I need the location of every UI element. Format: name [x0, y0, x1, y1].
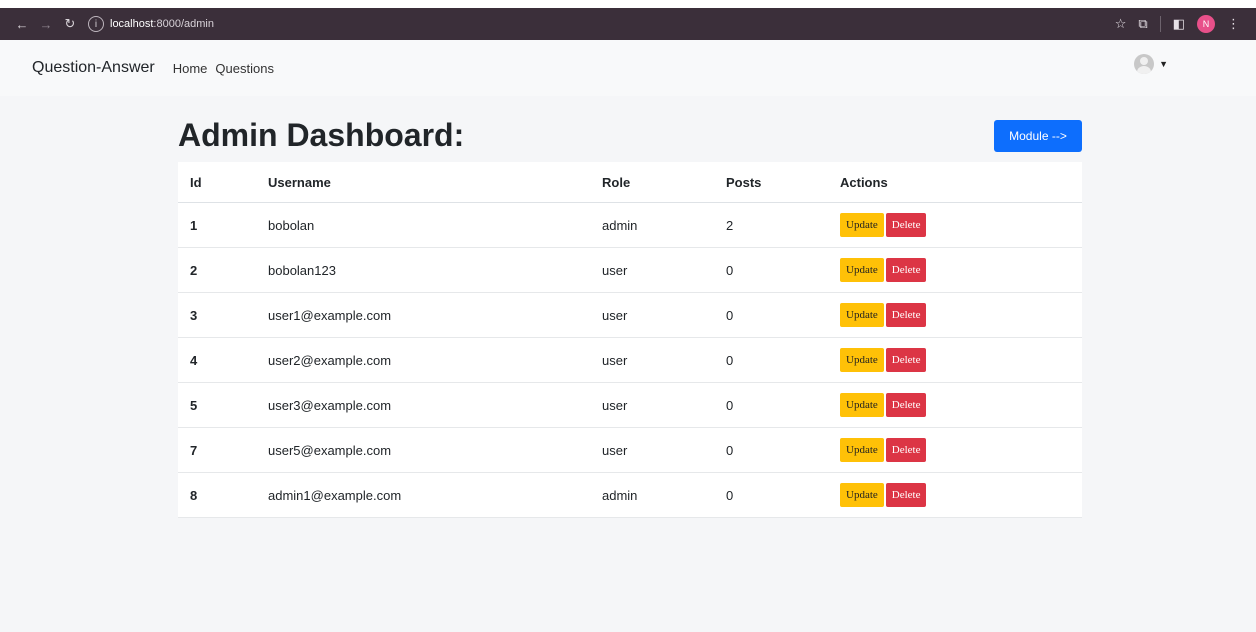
table-header-row: Id Username Role Posts Actions — [178, 162, 1082, 203]
cell-posts: 0 — [714, 247, 828, 293]
cell-posts: 0 — [714, 337, 828, 383]
header-posts: Posts — [714, 162, 828, 203]
user-menu-dropdown[interactable]: ▼ — [1134, 54, 1168, 74]
cell-id: 1 — [178, 202, 256, 248]
cell-id: 4 — [178, 337, 256, 383]
address-bar[interactable]: i localhost:8000/admin — [88, 13, 1115, 35]
table-row: 7 user5@example.com user 0 Update Delete — [178, 427, 1082, 473]
delete-button[interactable]: Delete — [885, 483, 927, 507]
cell-role: user — [590, 337, 714, 383]
cell-role: user — [590, 427, 714, 473]
header-username: Username — [256, 162, 590, 203]
table-row: 3 user1@example.com user 0 Update Delete — [178, 292, 1082, 338]
header-actions: Actions — [828, 162, 1082, 203]
cell-posts: 2 — [714, 202, 828, 248]
url-path: :8000/admin — [153, 18, 214, 30]
nav-home-link[interactable]: Home — [173, 61, 208, 76]
update-button[interactable]: Update — [840, 483, 884, 507]
forward-arrow-icon[interactable]: → — [34, 17, 58, 32]
brand-link[interactable]: Question-Answer — [32, 59, 155, 77]
cell-role: user — [590, 247, 714, 293]
caret-down-icon: ▼ — [1159, 59, 1168, 69]
cell-username: user5@example.com — [256, 427, 590, 473]
delete-button[interactable]: Delete — [885, 303, 927, 327]
cell-posts: 0 — [714, 427, 828, 473]
update-button[interactable]: Update — [840, 348, 884, 372]
cell-posts: 0 — [714, 382, 828, 428]
table-row: 4 user2@example.com user 0 Update Delete — [178, 337, 1082, 383]
page-title: Admin Dashboard: — [178, 117, 465, 153]
cell-username: user1@example.com — [256, 292, 590, 338]
delete-button[interactable]: Delete — [885, 348, 927, 372]
cell-role: admin — [590, 472, 714, 518]
delete-button[interactable]: Delete — [885, 213, 927, 237]
cell-actions: Update Delete — [828, 382, 1082, 428]
cell-username: user2@example.com — [256, 337, 590, 383]
cell-username: bobolan123 — [256, 247, 590, 293]
update-button[interactable]: Update — [840, 258, 884, 282]
header-id: Id — [178, 162, 256, 203]
side-panel-icon[interactable]: ◧ — [1173, 16, 1185, 32]
update-button[interactable]: Update — [840, 303, 884, 327]
cell-actions: Update Delete — [828, 427, 1082, 473]
delete-button[interactable]: Delete — [885, 258, 927, 282]
delete-button[interactable]: Delete — [885, 393, 927, 417]
url-host: localhost — [110, 18, 154, 30]
nav-questions-link[interactable]: Questions — [215, 61, 274, 76]
cell-posts: 0 — [714, 292, 828, 338]
table-row: 5 user3@example.com user 0 Update Delete — [178, 382, 1082, 428]
user-avatar-icon — [1134, 54, 1155, 74]
cell-id: 7 — [178, 427, 256, 473]
cell-id: 3 — [178, 292, 256, 338]
header-role: Role — [590, 162, 714, 203]
cell-username: user3@example.com — [256, 382, 590, 428]
back-arrow-icon[interactable]: ← — [10, 17, 34, 32]
users-table: Id Username Role Posts Actions 1 bobolan… — [178, 162, 1082, 518]
table-row: 1 bobolan admin 2 Update Delete — [178, 202, 1082, 248]
cell-username: admin1@example.com — [256, 472, 590, 518]
update-button[interactable]: Update — [840, 213, 884, 237]
main-container: Admin Dashboard: Module --> Id Username … — [178, 110, 1082, 518]
cell-id: 5 — [178, 382, 256, 428]
table-row: 2 bobolan123 user 0 Update Delete — [178, 247, 1082, 293]
update-button[interactable]: Update — [840, 438, 884, 462]
cell-actions: Update Delete — [828, 202, 1082, 248]
delete-button[interactable]: Delete — [885, 438, 927, 462]
reload-icon[interactable]: ↻ — [58, 16, 82, 32]
cell-role: user — [590, 292, 714, 338]
module-button[interactable]: Module --> — [994, 120, 1082, 152]
cell-actions: Update Delete — [828, 337, 1082, 383]
cell-actions: Update Delete — [828, 292, 1082, 338]
cell-posts: 0 — [714, 472, 828, 518]
bookmark-star-icon[interactable]: ☆ — [1115, 16, 1127, 32]
site-info-icon[interactable]: i — [88, 16, 104, 32]
navbar: Question-Answer Home Questions ▼ — [0, 40, 1256, 96]
toolbar-divider — [1159, 16, 1161, 32]
cell-id: 2 — [178, 247, 256, 293]
update-button[interactable]: Update — [840, 393, 884, 417]
more-menu-icon[interactable]: ⋮ — [1227, 16, 1240, 32]
cell-id: 8 — [178, 472, 256, 518]
table-row: 8 admin1@example.com admin 0 Update Delet… — [178, 472, 1082, 518]
browser-chrome: ← → ↻ i localhost:8000/admin ☆ ⧉ ◧ N ⋮ — [0, 8, 1256, 40]
profile-avatar[interactable]: N — [1197, 15, 1215, 33]
cell-username: bobolan — [256, 202, 590, 248]
extensions-icon[interactable]: ⧉ — [1138, 16, 1147, 32]
cell-actions: Update Delete — [828, 247, 1082, 293]
cell-role: user — [590, 382, 714, 428]
cell-role: admin — [590, 202, 714, 248]
top-strip — [0, 0, 1256, 8]
cell-actions: Update Delete — [828, 472, 1082, 518]
